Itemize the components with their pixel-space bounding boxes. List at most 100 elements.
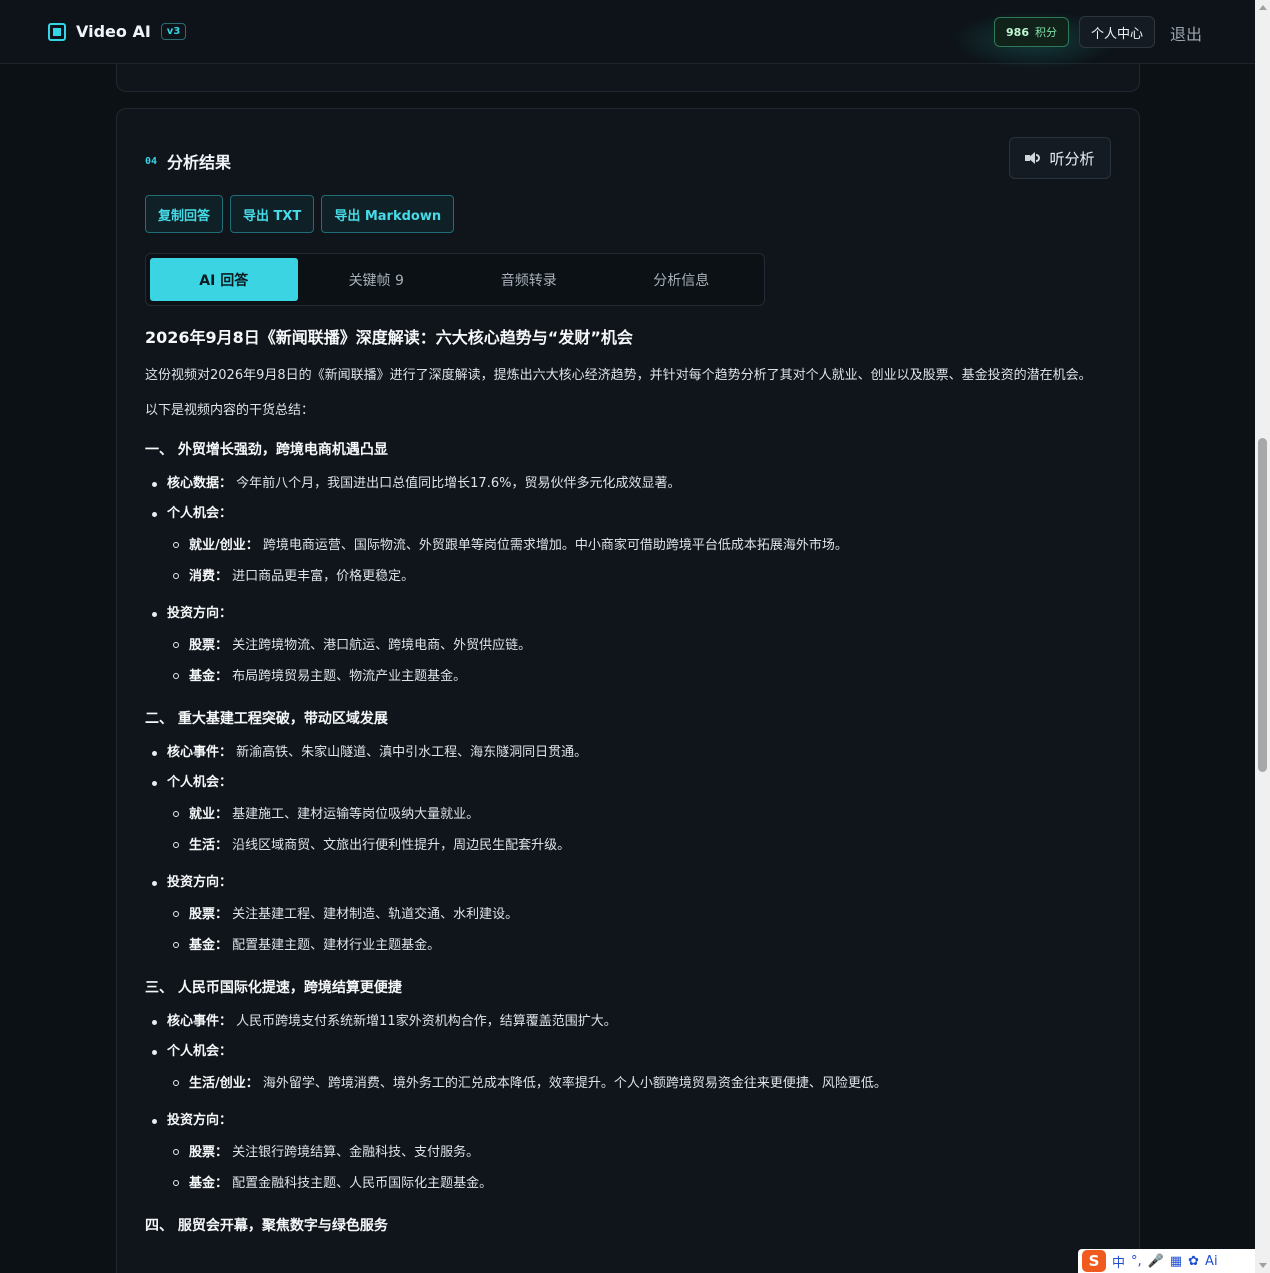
tab-keyframes[interactable]: 关键帧 9 <box>303 258 451 301</box>
list-item: 核心事件： 新渝高铁、朱家山隧道、滇中引水工程、海东隧洞同日贯通。 <box>145 738 1115 768</box>
item-label: 投资方向： <box>167 1113 233 1128</box>
item-label: 基金： <box>189 669 229 684</box>
ime-logo-icon[interactable]: S <box>1082 1250 1106 1272</box>
item-label: 消费： <box>189 569 229 584</box>
item-text: 人民币跨境支付系统新增11家外资机构合作，结算覆盖范围扩大。 <box>236 1014 617 1029</box>
scroll-up-arrow-icon[interactable] <box>1259 5 1267 10</box>
speaker-icon <box>1025 151 1041 165</box>
item-text: 沿线区域商贸、文旅出行便利性提升，周边民生配套升级。 <box>232 838 571 853</box>
user-center-button[interactable]: 个人中心 <box>1079 16 1155 48</box>
item-label: 投资方向： <box>167 606 233 621</box>
item-text: 配置基建主题、建材行业主题基金。 <box>232 938 441 953</box>
tab-analysis-info[interactable]: 分析信息 <box>608 258 756 301</box>
sub-list: 生活/创业： 海外留学、跨境消费、境外务工的汇兑成本降低，效率提升。个人小额跨境… <box>167 1068 1115 1099</box>
item-text: 配置金融科技主题、人民币国际化主题基金。 <box>232 1176 493 1191</box>
tab-audio-transcript[interactable]: 音频转录 <box>455 258 603 301</box>
item-label: 就业： <box>189 807 229 822</box>
ime-keyboard-icon[interactable]: ▦ <box>1170 1254 1182 1269</box>
listen-analysis-button[interactable]: 听分析 <box>1009 137 1111 179</box>
list-item: 核心事件： 人民币跨境支付系统新增11家外资机构合作，结算覆盖范围扩大。 <box>145 1007 1115 1037</box>
app-logo[interactable]: Video AI v3 <box>48 22 187 41</box>
action-bar: 复制回答 导出 TXT 导出 Markdown <box>145 195 455 233</box>
sub-list: 股票： 关注银行跨境结算、金融科技、支付服务。 基金： 配置金融科技主题、人民币… <box>167 1137 1115 1199</box>
list-item: 核心数据： 今年前八个月，我国进出口总值同比增长17.6%，贸易伙伴多元化成效显… <box>145 469 1115 499</box>
sub-list-item: 基金： 配置金融科技主题、人民币国际化主题基金。 <box>167 1168 1115 1199</box>
version-badge: v3 <box>160 23 187 40</box>
sub-list-item: 消费： 进口商品更丰富，价格更稳定。 <box>167 561 1115 592</box>
section-list-2: 核心事件： 新渝高铁、朱家山隧道、滇中引水工程、海东隧洞同日贯通。 个人机会： … <box>145 738 1115 961</box>
sub-list: 就业/创业： 跨境电商运营、国际物流、外贸跟单等岗位需求增加。中小商家可借助跨境… <box>167 530 1115 592</box>
item-text: 海外留学、跨境消费、境外务工的汇兑成本降低，效率提升。个人小额跨境贸易资金往来更… <box>262 1076 887 1091</box>
top-navbar: Video AI v3 986 积分 个人中心 退出 <box>0 0 1255 70</box>
list-item: 投资方向： 股票： 关注基建工程、建材制造、轨道交通、水利建设。 基金： 配置基… <box>145 868 1115 961</box>
export-markdown-button[interactable]: 导出 Markdown <box>321 195 455 233</box>
ai-answer-content: 2026年9月8日《新闻联播》深度解读：六大核心趋势与“发财”机会 这份视频对2… <box>145 321 1115 1239</box>
sub-list-item: 就业： 基建施工、建材运输等岗位吸纳大量就业。 <box>167 799 1115 830</box>
section-heading-2: 二、 重大基建工程突破，带动区域发展 <box>145 711 388 727</box>
ime-mic-icon[interactable]: 🎤 <box>1148 1254 1164 1269</box>
item-label: 个人机会： <box>167 1044 233 1059</box>
item-label: 核心事件： <box>167 745 233 760</box>
points-badge: 986 积分 <box>994 17 1069 47</box>
item-label: 基金： <box>189 1176 229 1191</box>
answer-summary-lead: 以下是视频内容的干货总结： <box>145 403 315 418</box>
section-list-3: 核心事件： 人民币跨境支付系统新增11家外资机构合作，结算覆盖范围扩大。 个人机… <box>145 1007 1115 1199</box>
sub-list-item: 生活/创业： 海外留学、跨境消费、境外务工的汇兑成本降低，效率提升。个人小额跨境… <box>167 1068 1115 1099</box>
section-number: 04 <box>145 155 158 167</box>
sub-list: 就业： 基建施工、建材运输等岗位吸纳大量就业。 生活： 沿线区域商贸、文旅出行便… <box>167 799 1115 861</box>
item-label: 生活： <box>189 838 229 853</box>
scroll-thumb[interactable] <box>1258 438 1267 772</box>
tab-ai-answer[interactable]: AI 回答 <box>150 258 298 301</box>
points-unit: 积分 <box>1034 26 1057 39</box>
section-list-1: 核心数据： 今年前八个月，我国进出口总值同比增长17.6%，贸易伙伴多元化成效显… <box>145 469 1115 692</box>
item-label: 核心数据： <box>167 476 233 491</box>
item-label: 核心事件： <box>167 1014 233 1029</box>
sub-list-item: 基金： 配置基建主题、建材行业主题基金。 <box>167 930 1115 961</box>
sub-list-item: 基金： 布局跨境贸易主题、物流产业主题基金。 <box>167 661 1115 692</box>
points-value: 986 <box>1006 25 1029 39</box>
item-label: 基金： <box>189 938 229 953</box>
ime-toolbar[interactable]: S 中 °, 🎤 ▦ ✿ Ai <box>1078 1249 1255 1273</box>
sub-list-item: 股票： 关注基建工程、建材制造、轨道交通、水利建设。 <box>167 899 1115 930</box>
ime-ai-label[interactable]: Ai <box>1205 1254 1218 1269</box>
answer-title: 2026年9月8日《新闻联播》深度解读：六大核心趋势与“发财”机会 <box>145 328 633 347</box>
ime-punct-toggle[interactable]: °, <box>1131 1254 1142 1269</box>
list-item: 投资方向： 股票： 关注银行跨境结算、金融科技、支付服务。 基金： 配置金融科技… <box>145 1106 1115 1199</box>
list-item: 个人机会： 就业： 基建施工、建材运输等岗位吸纳大量就业。 生活： 沿线区域商贸… <box>145 768 1115 861</box>
item-label: 个人机会： <box>167 506 233 521</box>
section-title: 分析结果 <box>167 153 232 172</box>
item-text: 新渝高铁、朱家山隧道、滇中引水工程、海东隧洞同日贯通。 <box>236 745 588 760</box>
sub-list-item: 生活： 沿线区域商贸、文旅出行便利性提升，周边民生配套升级。 <box>167 830 1115 861</box>
export-txt-button[interactable]: 导出 TXT <box>230 195 315 233</box>
item-text: 关注跨境物流、港口航运、跨境电商、外贸供应链。 <box>232 638 532 653</box>
item-text: 今年前八个月，我国进出口总值同比增长17.6%，贸易伙伴多元化成效显著。 <box>236 476 681 491</box>
ime-lang-toggle[interactable]: 中 <box>1112 1252 1125 1271</box>
item-text: 关注基建工程、建材制造、轨道交通、水利建设。 <box>232 907 519 922</box>
result-tabs: AI 回答 关键帧 9 音频转录 分析信息 <box>145 253 765 306</box>
item-label: 就业/创业： <box>189 538 259 553</box>
logo-icon <box>48 22 66 41</box>
item-label: 个人机会： <box>167 775 233 790</box>
sub-list: 股票： 关注基建工程、建材制造、轨道交通、水利建设。 基金： 配置基建主题、建材… <box>167 899 1115 961</box>
answer-intro: 这份视频对2026年9月8日的《新闻联播》进行了深度解读，提炼出六大核心经济趋势… <box>145 368 1092 383</box>
list-item: 个人机会： 就业/创业： 跨境电商运营、国际物流、外贸跟单等岗位需求增加。中小商… <box>145 499 1115 592</box>
item-text: 关注银行跨境结算、金融科技、支付服务。 <box>232 1145 480 1160</box>
item-label: 股票： <box>189 638 229 653</box>
section-heading-4: 四、 服贸会开幕，聚焦数字与绿色服务 <box>145 1218 388 1234</box>
item-text: 进口商品更丰富，价格更稳定。 <box>232 569 415 584</box>
section-heading-1: 一、 外贸增长强劲，跨境电商机遇凸显 <box>145 442 388 458</box>
item-label: 生活/创业： <box>189 1076 259 1091</box>
sub-list-item: 股票： 关注跨境物流、港口航运、跨境电商、外贸供应链。 <box>167 630 1115 661</box>
item-text: 基建施工、建材运输等岗位吸纳大量就业。 <box>232 807 480 822</box>
listen-label: 听分析 <box>1049 149 1095 168</box>
logout-link[interactable]: 退出 <box>1170 21 1202 45</box>
copy-answer-button[interactable]: 复制回答 <box>145 195 224 233</box>
sub-list-item: 就业/创业： 跨境电商运营、国际物流、外贸跟单等岗位需求增加。中小商家可借助跨境… <box>167 530 1115 561</box>
ime-skin-icon[interactable]: ✿ <box>1188 1254 1199 1269</box>
page-scrollbar[interactable] <box>1255 0 1270 1273</box>
item-label: 股票： <box>189 907 229 922</box>
scroll-down-arrow-icon[interactable] <box>1259 1263 1267 1268</box>
list-item: 个人机会： 生活/创业： 海外留学、跨境消费、境外务工的汇兑成本降低，效率提升。… <box>145 1037 1115 1099</box>
list-item: 投资方向： 股票： 关注跨境物流、港口航运、跨境电商、外贸供应链。 基金： 布局… <box>145 599 1115 692</box>
analysis-result-card: 04 分析结果 听分析 复制回答 导出 TXT 导出 Markdown AI 回… <box>116 108 1140 1273</box>
